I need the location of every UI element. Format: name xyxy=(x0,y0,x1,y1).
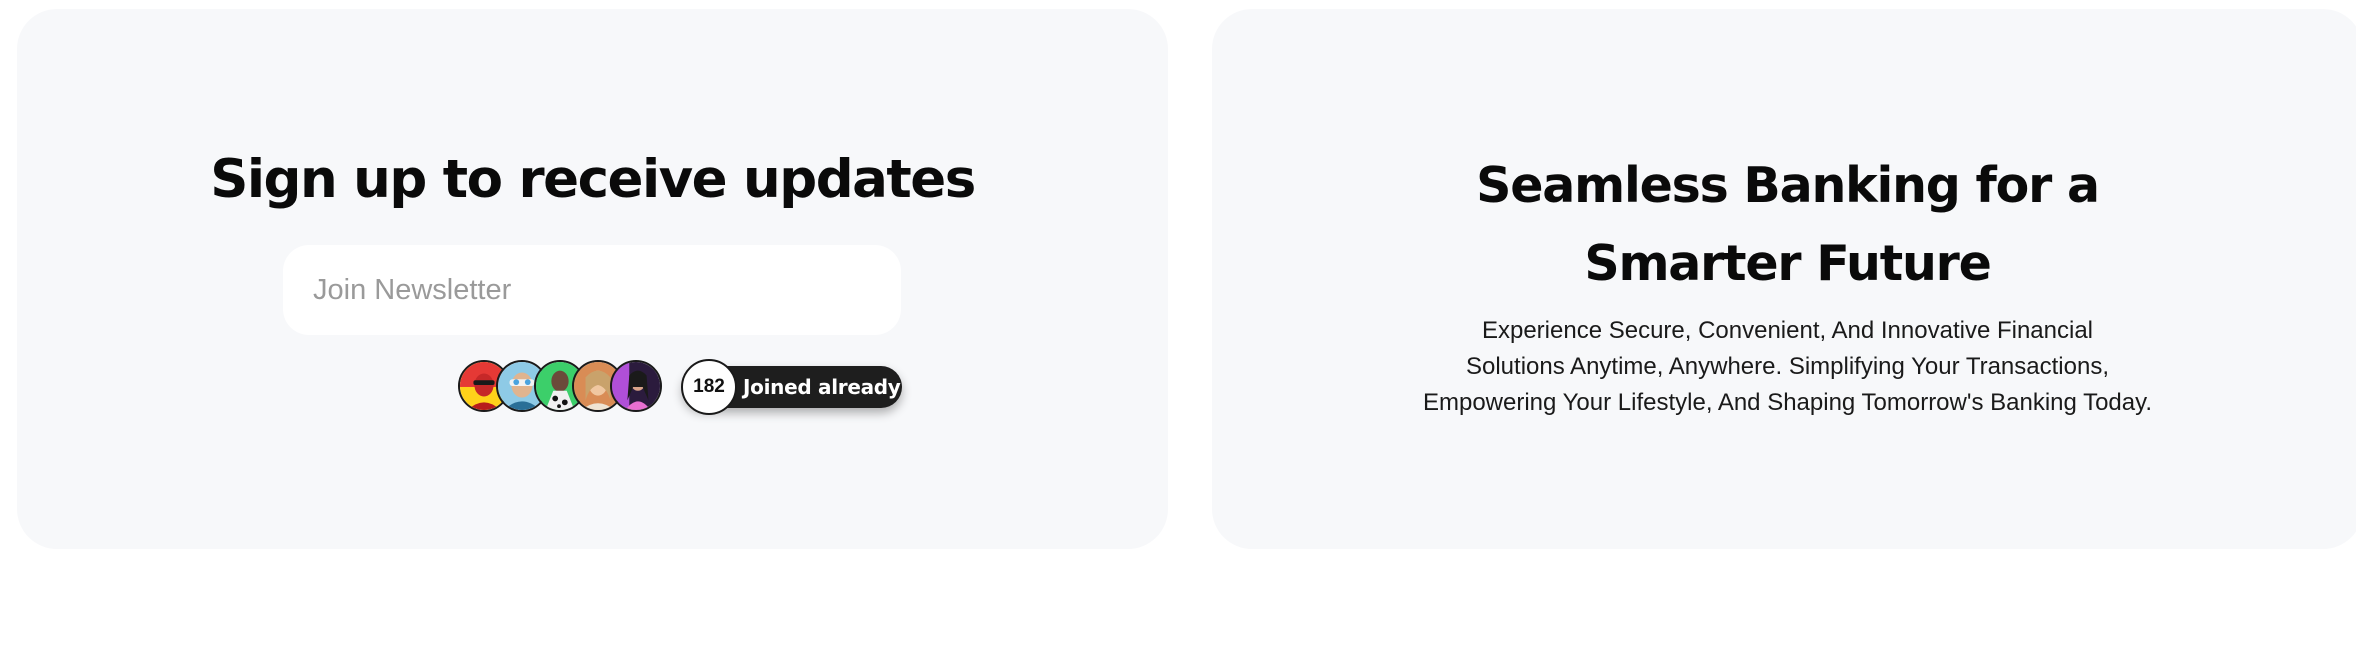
banking-title-line: Smarter Future xyxy=(1584,235,1991,292)
avatar-purple-icon xyxy=(610,360,662,412)
newsletter-title: Sign up to receive updates xyxy=(210,149,976,210)
newsletter-card: Sign up to receive updates Join Newslett… xyxy=(17,9,1168,549)
newsletter-form xyxy=(283,245,901,335)
joined-count: 182 xyxy=(681,359,737,415)
banking-title: Seamless Banking for a Smarter Future xyxy=(1212,147,2356,303)
newsletter-email-input[interactable] xyxy=(283,245,901,335)
banking-description-line: Experience Secure, Convenient, And Innov… xyxy=(1481,317,2094,344)
banking-title-line: Seamless Banking for a xyxy=(1476,157,2100,214)
banking-description-line: Solutions Anytime, Anywhere. Simplifying… xyxy=(1465,353,2109,380)
banking-card: Seamless Banking for a Smarter Future Ex… xyxy=(1212,9,2356,549)
banking-description-line: Empowering Your Lifestyle, And Shaping T… xyxy=(1422,389,2153,416)
avatar-group xyxy=(458,360,668,414)
banking-description: Experience Secure, Convenient, And Innov… xyxy=(1212,313,2356,421)
joined-label: Joined already xyxy=(743,375,901,399)
